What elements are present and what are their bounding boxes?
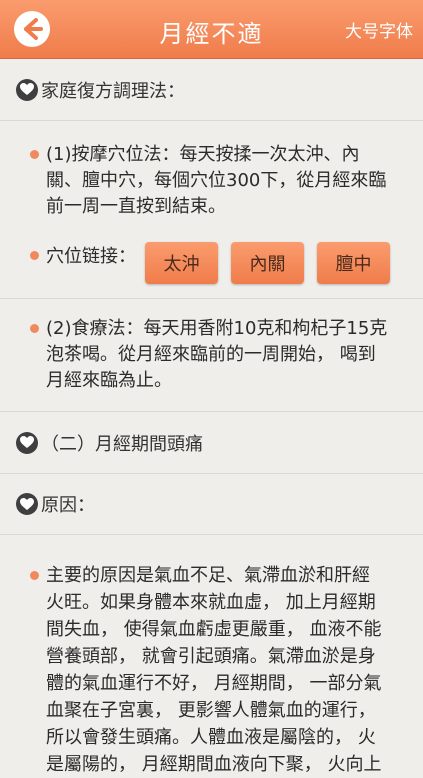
heart-icon	[16, 431, 38, 454]
text-line: (1)按摩穴位法：每天按揉一次太沖、內	[46, 144, 360, 165]
bullet-dot-icon	[30, 324, 39, 333]
section-heading-text: 家庭復方調理法：	[41, 80, 185, 102]
text-line: 營養頭部， 就會引起頭痛。氣滯血淤是身	[46, 646, 376, 667]
section-headache-heading: （二）月經期間頭痛	[0, 412, 423, 474]
text-line: 火旺。如果身體本來就血虛， 加上月經期	[46, 592, 376, 613]
list-item: (2)食療法：每天用香附10克和枸杞子15克 泡茶喝。從月經來臨前的一周開始， …	[0, 299, 423, 394]
heart-icon	[16, 78, 38, 101]
text-line: 主要的原因是氣血不足、氣滯血淤和肝經	[46, 565, 370, 586]
text-line: 關、膻中穴，每個穴位300下，從月經來臨	[46, 170, 387, 191]
text-line: 血聚在子宮裏， 更影響人體氣血的運行，	[46, 700, 376, 721]
text-line: 泡茶喝。從月經來臨前的一周開始， 喝到	[46, 344, 376, 365]
text-line: 前一周一直按到結束。	[46, 196, 226, 217]
acupoint-button-neiguan[interactable]: 內關	[231, 242, 304, 284]
bullet-dot-icon	[30, 571, 39, 580]
navigation-bar: 月經不適 大号字体	[0, 0, 423, 59]
text-line: 是屬陽的， 月經期間血液向下聚， 火向上	[46, 754, 382, 775]
section-home-remedy-heading: 家庭復方調理法：	[0, 59, 423, 121]
acupoint-links: 穴位链接： 太沖 內關 膻中	[0, 242, 423, 290]
section-heading: 原因：	[0, 474, 423, 534]
text-line: (2)食療法：每天用香附10克和枸杞子15克	[46, 318, 388, 339]
section-heading: 家庭復方調理法：	[0, 59, 423, 120]
section-heading-text: （二）月經期間頭痛	[41, 433, 203, 455]
section-heading: （二）月經期間頭痛	[0, 412, 423, 473]
list-item: (1)按摩穴位法：每天按揉一次太沖、內 關、膻中穴，每個穴位300下，從月經來臨…	[0, 121, 423, 220]
text-line: 體的氣血運行不好， 月經期間， 一部分氣	[46, 673, 382, 694]
text-line: 所以會發生頭痛。人體血液是屬陰的， 火	[46, 727, 376, 748]
bullet-dot-icon	[30, 150, 39, 159]
list-item: 主要的原因是氣血不足、氣滯血淤和肝經 火旺。如果身體本來就血虛， 加上月經期 間…	[0, 535, 423, 778]
article-content: 家庭復方調理法： (1)按摩穴位法：每天按揉一次太沖、內 關、膻中穴，每個穴位3…	[0, 59, 423, 778]
acupoint-label: 穴位链接：	[46, 246, 136, 267]
section-diet: (2)食療法：每天用香附10克和枸杞子15克 泡茶喝。從月經來臨前的一周開始， …	[0, 299, 423, 412]
acupoint-button-taichong[interactable]: 太沖	[145, 242, 218, 284]
text-line: 月經來臨為止。	[46, 370, 172, 391]
font-size-button[interactable]: 大号字体	[345, 17, 413, 42]
heart-icon	[16, 493, 38, 515]
bullet-dot-icon	[30, 251, 39, 260]
section-massage: (1)按摩穴位法：每天按揉一次太沖、內 關、膻中穴，每個穴位300下，從月經來臨…	[0, 121, 423, 299]
section-heading-text: 原因：	[41, 495, 95, 516]
text-line: 間失血， 使得氣血虧虛更嚴重， 血液不能	[46, 619, 382, 640]
section-cause-detail: 主要的原因是氣血不足、氣滯血淤和肝經 火旺。如果身體本來就血虛， 加上月經期 間…	[0, 535, 423, 778]
section-cause-heading: 原因：	[0, 474, 423, 535]
acupoint-button-danzhong[interactable]: 膻中	[317, 242, 390, 284]
